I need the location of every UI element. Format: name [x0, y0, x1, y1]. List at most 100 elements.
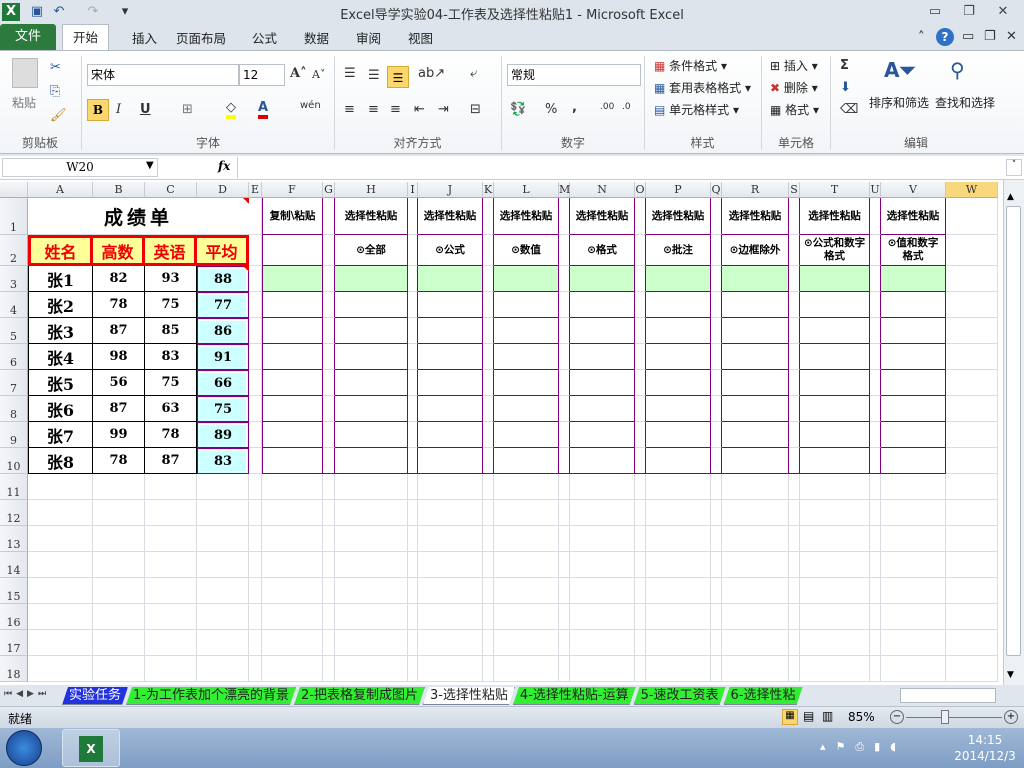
cell[interactable]: [262, 578, 323, 604]
cell[interactable]: [483, 552, 494, 578]
score-header-cell[interactable]: 英语: [145, 235, 197, 266]
paste-area-cell[interactable]: [722, 422, 789, 448]
paste-option-cell[interactable]: ⊙格式: [570, 235, 635, 266]
format-painter-icon[interactable]: 🖌: [50, 108, 67, 123]
paste-area-cell[interactable]: [789, 235, 800, 266]
wrap-text-icon[interactable]: ⤶: [470, 66, 477, 81]
paste-area-cell[interactable]: [570, 318, 635, 344]
worksheet-grid[interactable]: A B C D E F G H I J K L M N O P Q R S T U V W 1 2 3 4 5 6 7 8 9 10 11 12 13…: [0, 180, 1003, 685]
cell[interactable]: [870, 578, 881, 604]
minimize-icon[interactable]: ▭: [922, 2, 948, 22]
student-name-cell[interactable]: 张5: [28, 370, 93, 396]
cell[interactable]: [197, 604, 249, 630]
row-header-7[interactable]: 7: [0, 370, 28, 396]
vertical-scrollbar[interactable]: ▲ ▼: [1003, 180, 1024, 685]
cell[interactable]: [335, 474, 408, 500]
cell[interactable]: [197, 500, 249, 526]
tab-home[interactable]: 开始: [62, 24, 110, 52]
doc-restore-icon[interactable]: ❐: [984, 29, 996, 44]
paste-area-cell[interactable]: [323, 292, 335, 318]
row-header-9[interactable]: 9: [0, 422, 28, 448]
paste-area-cell[interactable]: [789, 370, 800, 396]
cell[interactable]: [408, 552, 418, 578]
row-header-8[interactable]: 8: [0, 396, 28, 422]
cell[interactable]: [145, 656, 197, 682]
cell[interactable]: [323, 552, 335, 578]
paste-option-cell[interactable]: ⊙批注: [646, 235, 711, 266]
row-header-6[interactable]: 6: [0, 344, 28, 370]
align-right-icon[interactable]: ≡: [390, 102, 401, 117]
clear-icon[interactable]: ⌫: [840, 102, 858, 117]
cell[interactable]: [28, 656, 93, 682]
paste-area-cell[interactable]: [483, 292, 494, 318]
paste-area-cell[interactable]: [418, 344, 483, 370]
cell[interactable]: [93, 630, 145, 656]
score-header-cell[interactable]: 平均: [197, 235, 249, 266]
paste-area-cell[interactable]: [870, 396, 881, 422]
cell[interactable]: [870, 630, 881, 656]
score-cell[interactable]: 78: [93, 448, 145, 474]
sheet-tab[interactable]: 实验任务: [62, 687, 128, 705]
paste-area-cell[interactable]: [262, 266, 323, 292]
cell[interactable]: [323, 630, 335, 656]
cell[interactable]: [262, 526, 323, 552]
paste-area-cell[interactable]: [408, 448, 418, 474]
paste-area-cell[interactable]: [262, 370, 323, 396]
paste-area-cell[interactable]: [418, 318, 483, 344]
sheet-nav-icon[interactable]: ⏮◀▶⏭: [4, 689, 50, 699]
column-header-G[interactable]: G: [323, 182, 335, 198]
cell[interactable]: [145, 474, 197, 500]
paste-area-cell[interactable]: [711, 422, 722, 448]
column-header-T[interactable]: T: [800, 182, 870, 198]
tab-file[interactable]: 文件: [0, 24, 56, 50]
paste-option-cell[interactable]: ⊙值和数字格式: [881, 235, 946, 266]
paste-area-cell[interactable]: [711, 370, 722, 396]
score-cell[interactable]: 83: [145, 344, 197, 370]
cell[interactable]: [249, 526, 262, 552]
paste-area-cell[interactable]: [483, 235, 494, 266]
cell[interactable]: [870, 604, 881, 630]
tab-view[interactable]: 视图: [398, 28, 443, 50]
paste-area-cell[interactable]: [323, 344, 335, 370]
fill-color-icon[interactable]: ◇: [226, 100, 236, 119]
paste-area-cell[interactable]: [635, 396, 646, 422]
cell[interactable]: [711, 656, 722, 682]
paste-area-cell[interactable]: [789, 448, 800, 474]
paste-area-cell[interactable]: [494, 396, 559, 422]
tab-insert[interactable]: 插入: [122, 28, 167, 50]
orientation-icon[interactable]: ab↗: [418, 66, 445, 81]
paste-area-cell[interactable]: [800, 318, 870, 344]
score-cell[interactable]: 99: [93, 422, 145, 448]
cell[interactable]: [28, 500, 93, 526]
cut-icon[interactable]: ✂: [50, 60, 61, 75]
paste-area-cell[interactable]: [570, 422, 635, 448]
paste-option-cell[interactable]: ⊙边框除外: [722, 235, 789, 266]
paste-area-cell[interactable]: [570, 292, 635, 318]
cell[interactable]: [323, 578, 335, 604]
paste-area-cell[interactable]: [870, 422, 881, 448]
clock-date[interactable]: 2014/12/3: [950, 749, 1020, 763]
cell[interactable]: [408, 578, 418, 604]
cell[interactable]: [28, 552, 93, 578]
cell[interactable]: [800, 630, 870, 656]
score-header-cell[interactable]: 高数: [93, 235, 145, 266]
merge-center-icon[interactable]: ⊟: [470, 102, 481, 117]
paste-area-cell[interactable]: [789, 198, 800, 235]
cell[interactable]: [800, 526, 870, 552]
cell[interactable]: [722, 578, 789, 604]
row-header-11[interactable]: 11: [0, 474, 28, 500]
cell[interactable]: [881, 500, 946, 526]
paste-area-cell[interactable]: [335, 318, 408, 344]
paste-area-cell[interactable]: [800, 422, 870, 448]
row-header-15[interactable]: 15: [0, 578, 28, 604]
cell[interactable]: [145, 526, 197, 552]
cell[interactable]: [408, 630, 418, 656]
cell[interactable]: [408, 474, 418, 500]
align-middle-icon[interactable]: ☰: [368, 68, 380, 83]
paste-header-cell[interactable]: 选择性粘贴: [418, 198, 483, 235]
paste-area-cell[interactable]: [408, 235, 418, 266]
taskbar-excel-button[interactable]: X: [62, 729, 120, 767]
paste-area-cell[interactable]: [323, 198, 335, 235]
paste-area-cell[interactable]: [789, 292, 800, 318]
cell[interactable]: [145, 500, 197, 526]
